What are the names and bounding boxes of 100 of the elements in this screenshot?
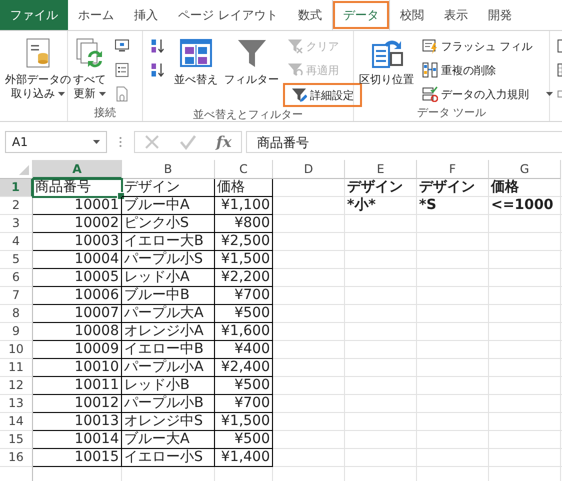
sort-descending-icon [150, 62, 166, 78]
table-cell: 10008 [33, 323, 122, 341]
group-label: 接続 [93, 105, 117, 120]
table-cell: 10006 [33, 287, 122, 305]
table-cell: ブルー中A [122, 197, 215, 215]
table-cell: 10015 [33, 449, 122, 467]
ribbon-tab[interactable]: ページ レイアウト [168, 0, 288, 30]
button-label: 区切り位置 [359, 73, 414, 87]
table-cell: オレンジ中S [122, 413, 215, 431]
table-cell: ¥500 [215, 431, 273, 449]
table-cell: イエロー小S [122, 449, 215, 467]
button-label: 並べ替え [174, 73, 218, 87]
column-header[interactable]: B [122, 160, 215, 179]
sort-ascending-icon [150, 38, 166, 54]
flash-fill-icon [422, 38, 438, 54]
insert-function-button[interactable]: fx [216, 133, 232, 151]
table-cell: 10009 [33, 341, 122, 359]
table-cell: デザイン [122, 179, 215, 197]
table-cell-text: デザイン [418, 179, 476, 197]
table-cell: ¥400 [215, 341, 273, 359]
fill-handle[interactable] [117, 192, 125, 200]
ribbon-button[interactable]: フラッシュ フィル [418, 35, 557, 57]
name-box[interactable]: A1 [5, 131, 107, 153]
table-cell: パープル小B [122, 395, 215, 413]
data-validation-icon [422, 86, 438, 102]
column-header[interactable]: F [417, 160, 489, 179]
button-label: すべて [73, 73, 106, 87]
table-cell: ブルー大A [122, 431, 215, 449]
table-cell: ¥700 [215, 395, 273, 413]
ribbon-tab[interactable]: 挿入 [124, 0, 168, 30]
file-tab[interactable]: ファイル [0, 0, 68, 30]
ribbon-tab[interactable]: 表示 [434, 0, 478, 30]
table-cell: ¥700 [215, 287, 273, 305]
properties-icon [114, 62, 130, 78]
column-header[interactable]: C [215, 160, 273, 179]
ribbon-tab[interactable]: 開発 [478, 0, 522, 30]
table-cell: 10007 [33, 305, 122, 323]
table-cell: 10013 [33, 413, 122, 431]
filter-clear-icon [287, 38, 303, 54]
ribbon-button[interactable]: データの入力規則 [418, 83, 557, 105]
table-cell: ブルー中B [122, 287, 215, 305]
check-icon[interactable] [179, 134, 198, 150]
remove-duplicates-icon [422, 62, 438, 78]
table-cell-text: *S [418, 197, 438, 215]
ribbon-tab[interactable]: 校閲 [390, 0, 434, 30]
ribbon-tab[interactable]: ホーム [68, 0, 124, 30]
row-header[interactable]: 1 [0, 179, 33, 197]
table-cell: オレンジ小A [122, 323, 215, 341]
column-header[interactable]: D [273, 160, 345, 179]
table-cell: 10004 [33, 251, 122, 269]
table-cell: パープル小A [122, 359, 215, 377]
table-cell: 10011 [33, 377, 122, 395]
table-cell: パープル大A [122, 305, 215, 323]
corner-triangle-icon [19, 165, 29, 175]
table-cell: ¥500 [215, 377, 273, 395]
table-cell: 10005 [33, 269, 122, 287]
table-cell: 10014 [33, 431, 122, 449]
table-cell: ¥1,500 [215, 251, 273, 269]
table-cell-text: <=1000 [490, 197, 554, 215]
table-cell: 価格 [215, 179, 273, 197]
ribbon-tab[interactable]: データ [332, 0, 390, 30]
column-header[interactable]: E [345, 160, 417, 179]
table-cell-text: デザイン [346, 179, 404, 197]
table-cell: 10010 [33, 359, 122, 377]
drag-handle-icon [119, 136, 122, 148]
table-cell-text: *小* [346, 197, 377, 215]
filter-icon [236, 37, 268, 69]
table-cell: 10001 [33, 197, 122, 215]
button-label: 更新 [74, 86, 106, 100]
ribbon-button[interactable]: 並べ替え [172, 34, 220, 107]
ribbon-button[interactable]: すべて 更新 [71, 34, 108, 105]
table-cell: ¥2,400 [215, 359, 273, 377]
table-cell: 10002 [33, 215, 122, 233]
dropdown-caret-icon [93, 140, 100, 144]
ribbon-tab[interactable]: 数式 [288, 0, 332, 30]
table-cell: ¥1,500 [215, 413, 273, 431]
connections-icon [114, 38, 130, 54]
ribbon-button[interactable]: 外部データの 取り込み [3, 34, 73, 119]
ribbon-button[interactable]: 重複の削除 [418, 59, 557, 81]
formula-field[interactable]: 商品番号 [246, 131, 562, 153]
table-cell: ¥800 [215, 215, 273, 233]
table-cell: ¥1,600 [215, 323, 273, 341]
sort-dialog-icon [180, 37, 212, 69]
button-label: フィルター [224, 73, 279, 87]
group-label: データ ツール [416, 105, 488, 120]
table-cell: パープル小S [122, 251, 215, 269]
button-label: 取り込み [11, 86, 65, 100]
ribbon-button[interactable]: フィルター [222, 34, 281, 107]
ribbon-button[interactable]: 詳細設定 [283, 83, 362, 107]
column-header[interactable]: A [33, 160, 122, 179]
table-cell: ¥500 [215, 305, 273, 323]
table-cell: イエロー大B [122, 233, 215, 251]
table-cell: ¥1,100 [215, 197, 273, 215]
group-label: 並べ替えとフィルター [192, 107, 304, 121]
column-header[interactable]: G [489, 160, 561, 179]
table-cell: イエロー中B [122, 341, 215, 359]
button-label: 外部データの [5, 73, 71, 87]
table-cell-text: 価格 [490, 179, 520, 197]
filter-edit-icon [291, 87, 307, 103]
table-cell: レッド小A [122, 269, 215, 287]
